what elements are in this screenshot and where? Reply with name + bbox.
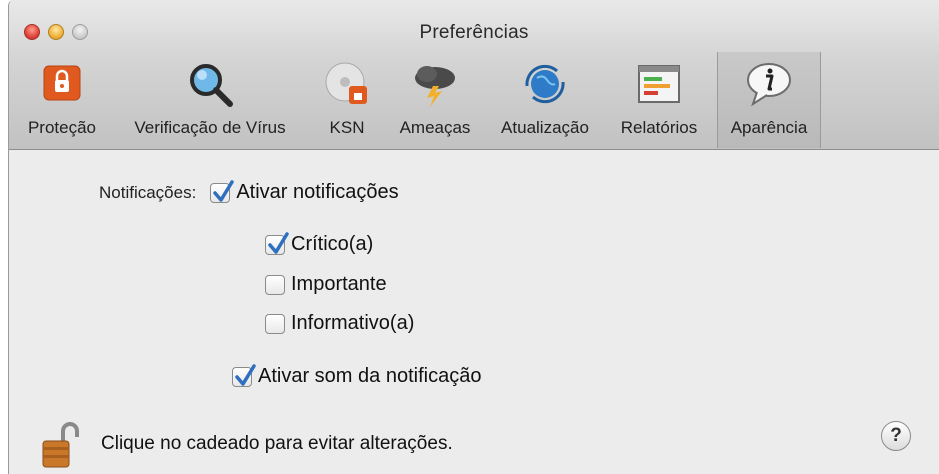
info-speech-icon bbox=[747, 63, 791, 107]
sound-row: Ativar som da notificação bbox=[232, 363, 481, 388]
report-icon bbox=[638, 65, 680, 103]
toolbar-label-ameacas: Ameaças bbox=[399, 118, 471, 137]
appearance-pane: Notificações: Ativar notificações Crític… bbox=[9, 151, 939, 474]
checkmark-icon bbox=[213, 179, 235, 202]
notification-sound-label[interactable]: Ativar som da notificação bbox=[258, 365, 481, 388]
informativo-checkbox[interactable] bbox=[265, 313, 285, 334]
toolbar-item-relatorios[interactable]: Relatórios bbox=[605, 52, 713, 148]
toolbar-item-ksn[interactable]: KSN bbox=[315, 52, 379, 148]
open-padlock-icon[interactable] bbox=[41, 419, 81, 469]
toolbar-label-ksn: KSN bbox=[329, 118, 365, 137]
toolbar-label-verificacao: Verificação de Vírus bbox=[134, 118, 286, 137]
toolbar-label-relatorios: Relatórios bbox=[620, 118, 698, 137]
critico-checkbox[interactable] bbox=[265, 231, 289, 255]
toolbar-item-atualizacao[interactable]: Atualização bbox=[489, 52, 601, 148]
critico-label[interactable]: Crítico(a) bbox=[291, 233, 373, 256]
notification-sound-checkbox[interactable] bbox=[232, 363, 256, 387]
informativo-label[interactable]: Informativo(a) bbox=[291, 312, 414, 335]
level-informativo-row: Informativo(a) bbox=[265, 312, 414, 335]
magnifier-icon bbox=[190, 64, 233, 107]
enable-notifications-checkbox[interactable] bbox=[210, 179, 235, 203]
preferences-window: Preferências Proteção Verificação de Vír… bbox=[8, 0, 939, 474]
enable-notifications-label[interactable]: Ativar notificações bbox=[236, 181, 398, 204]
toolbar-item-verificacao[interactable]: Verificação de Vírus bbox=[113, 52, 307, 148]
toolbar-label-protecao: Proteção bbox=[27, 118, 97, 137]
toolbar-label-aparencia: Aparência bbox=[730, 118, 808, 137]
shield-lock-icon bbox=[43, 65, 81, 101]
window-title: Preferências bbox=[419, 22, 529, 43]
checkmark-icon bbox=[235, 363, 256, 386]
toolbar-label-atualizacao: Atualização bbox=[501, 118, 589, 137]
importante-label[interactable]: Importante bbox=[291, 273, 387, 296]
toolbar-item-aparencia[interactable]: Aparência bbox=[717, 52, 821, 148]
level-importante-row: Importante bbox=[265, 273, 387, 296]
checkmark-icon bbox=[268, 231, 289, 254]
notifications-section-label: Notificações: bbox=[99, 182, 197, 202]
level-critico-row: Crítico(a) bbox=[265, 231, 373, 256]
disc-shield-icon bbox=[325, 62, 367, 104]
toolbar-item-ameacas[interactable]: Ameaças bbox=[387, 52, 483, 148]
toolbar-item-protecao[interactable]: Proteção bbox=[15, 52, 109, 148]
title-bar: Preferências Proteção Verificação de Vír… bbox=[9, 0, 939, 150]
lock-hint-text: Clique no cadeado para evitar alterações… bbox=[101, 433, 453, 454]
importante-checkbox[interactable] bbox=[265, 274, 285, 295]
help-button[interactable]: ? bbox=[881, 421, 911, 451]
globe-sync-icon bbox=[525, 64, 565, 104]
notifications-row: Notificações: Ativar notificações bbox=[99, 179, 399, 204]
storm-cloud-icon bbox=[415, 66, 455, 107]
